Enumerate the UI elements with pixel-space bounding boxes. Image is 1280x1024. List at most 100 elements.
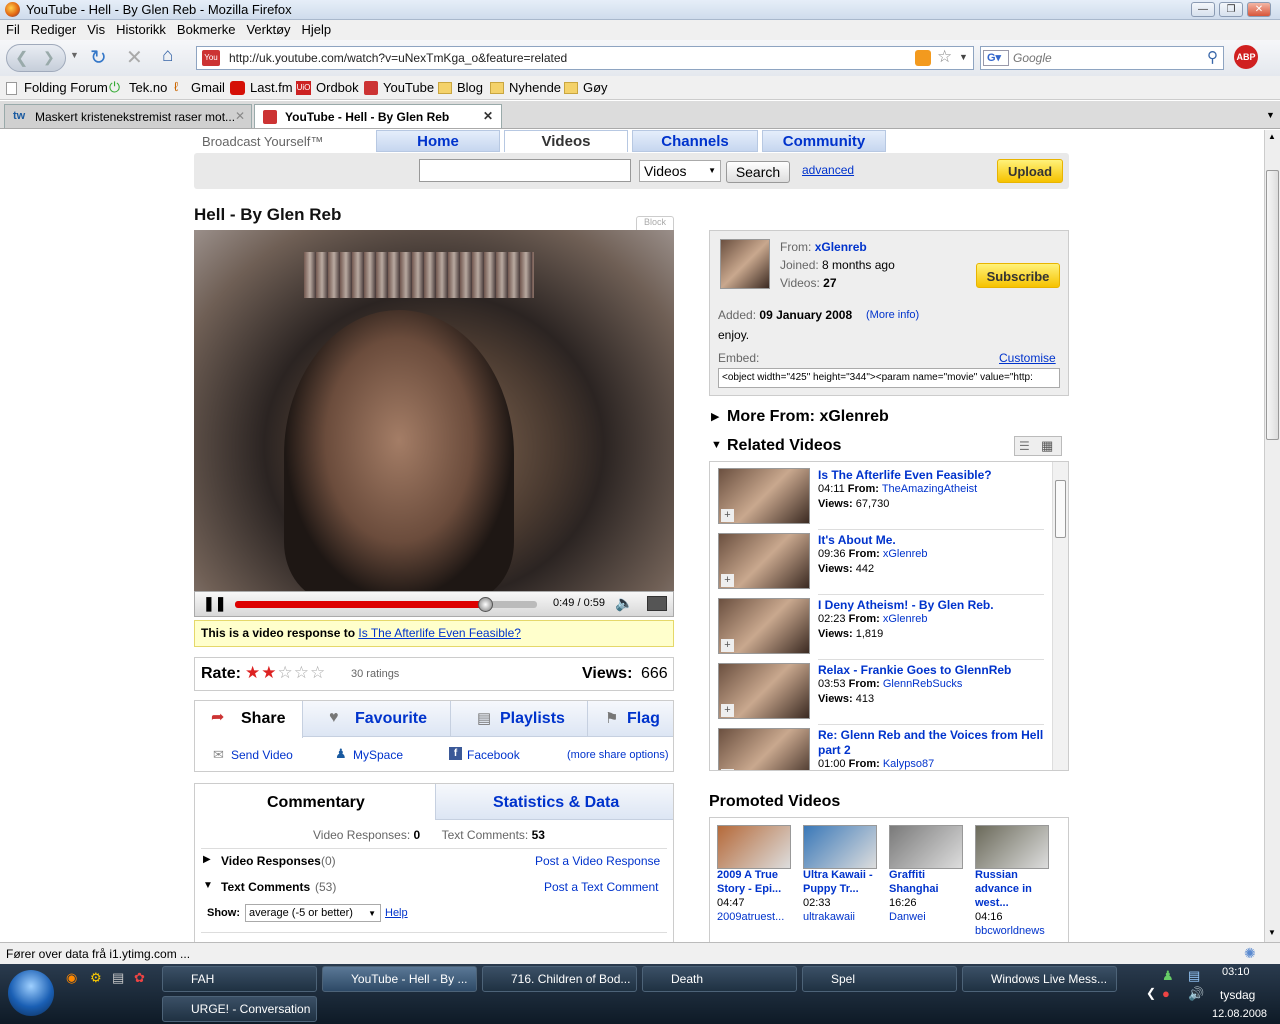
menu-historikk[interactable]: Historikk: [110, 20, 171, 37]
related-video-item[interactable]: + Relax - Frankie Goes to GlennReb 03:53 F…: [710, 663, 1050, 725]
promoted-title-line3[interactable]: west...: [975, 897, 1009, 909]
star-icon[interactable]: ★: [261, 663, 276, 682]
quicklaunch-icon[interactable]: ⚙: [90, 970, 102, 986]
search-engine-box[interactable]: G▾ ⚲: [980, 46, 1224, 70]
menu-hjelp[interactable]: Hjelp: [296, 20, 337, 37]
collapse-arrow-icon[interactable]: ▼: [203, 880, 213, 891]
subscribe-button[interactable]: Subscribe: [976, 263, 1060, 288]
related-header[interactable]: Related Videos: [727, 437, 841, 455]
stop-icon[interactable]: ✕: [126, 45, 143, 70]
myspace-link[interactable]: MySpace: [353, 748, 403, 762]
promoted-title-line2[interactable]: Story - Epi...: [717, 883, 781, 895]
comment-filter-select[interactable]: average (-5 or better) ▼: [245, 904, 381, 922]
related-title[interactable]: Re: Glenn Reb and the Voices from Hell: [818, 728, 1043, 742]
promoted-title-line2[interactable]: Puppy Tr...: [803, 883, 859, 895]
bookmark-blog[interactable]: Blog: [457, 80, 483, 95]
nav-channels[interactable]: Channels: [632, 130, 758, 152]
bookmark-ordbok[interactable]: Ordbok: [316, 80, 359, 95]
firefox-quicklaunch-icon[interactable]: ◉: [66, 970, 77, 986]
scroll-up-icon[interactable]: ▲: [1268, 132, 1276, 141]
url-bar[interactable]: You http://uk.youtube.com/watch?v=uNexTm…: [196, 46, 974, 70]
related-thumbnail[interactable]: +: [718, 533, 810, 589]
promoted-uploader[interactable]: bbcworldnews: [975, 925, 1045, 937]
history-dropdown-icon[interactable]: ▼: [70, 50, 79, 60]
upload-button[interactable]: Upload: [997, 159, 1063, 183]
messenger-tray-icon[interactable]: ♟: [1162, 968, 1174, 984]
back-icon[interactable]: ❮: [15, 48, 28, 68]
rss-feed-icon[interactable]: [915, 50, 931, 66]
add-to-quicklist-icon[interactable]: +: [721, 769, 734, 770]
search-button[interactable]: Search: [726, 161, 790, 183]
search-scope-select[interactable]: Videos ▼: [639, 160, 721, 182]
scroll-down-icon[interactable]: ▼: [1268, 928, 1276, 937]
adblock-icon[interactable]: ABP: [1234, 45, 1258, 69]
promoted-uploader[interactable]: Danwei: [889, 911, 926, 923]
help-link[interactable]: Help: [385, 907, 408, 919]
task-death[interactable]: Death: [642, 966, 797, 992]
related-video-item[interactable]: + Re: Glenn Reb and the Voices from Hellp…: [710, 728, 1050, 770]
menu-verktoy[interactable]: Verktøy: [240, 20, 295, 37]
add-to-quicklist-icon[interactable]: +: [721, 639, 734, 652]
related-title[interactable]: I Deny Atheism! - By Glen Reb.: [818, 598, 994, 612]
menu-rediger[interactable]: Rediger: [25, 20, 82, 37]
clock-time[interactable]: 03:10: [1222, 966, 1250, 978]
related-video-item[interactable]: + I Deny Atheism! - By Glen Reb. 02:23 Fro…: [710, 598, 1050, 660]
task-children-of-bodom[interactable]: 716. Children of Bod...: [482, 966, 637, 992]
progress-handle[interactable]: [477, 597, 493, 612]
post-video-response-link[interactable]: Post a Video Response: [535, 854, 660, 868]
promoted-title[interactable]: 2009 A True: [717, 869, 778, 881]
promoted-uploader[interactable]: 2009atruest...: [717, 911, 784, 923]
tab-youtube[interactable]: YouTube - Hell - By Glen Reb ✕: [254, 104, 502, 128]
favourite-tab[interactable]: Favourite: [355, 710, 427, 728]
expand-arrow-icon[interactable]: ▶: [203, 854, 211, 865]
maximize-button[interactable]: ❐: [1219, 2, 1243, 17]
quicklaunch-icon[interactable]: ✿: [134, 970, 145, 986]
forward-icon[interactable]: ❯: [43, 49, 55, 66]
playlists-tab[interactable]: Playlists: [500, 710, 565, 728]
text-comments-row[interactable]: Text Comments: [221, 880, 310, 894]
promoted-video-item[interactable]: 2009 A True Story - Epi... 04:47 2009atrues…: [717, 825, 799, 942]
minimize-button[interactable]: —: [1191, 2, 1215, 17]
pause-icon[interactable]: ❚❚: [203, 595, 226, 612]
promoted-thumbnail[interactable]: [717, 825, 791, 869]
more-info-link[interactable]: (More info): [866, 309, 919, 321]
add-to-quicklist-icon[interactable]: +: [721, 574, 734, 587]
related-thumbnail[interactable]: +: [718, 598, 810, 654]
related-scrollbar[interactable]: [1052, 462, 1068, 770]
related-thumbnail[interactable]: +: [718, 728, 810, 770]
related-video-item[interactable]: + Is The Afterlife Even Feasible? 04:11 Fr…: [710, 468, 1050, 530]
view-toggle[interactable]: ☰ ▦: [1014, 436, 1062, 456]
promoted-title[interactable]: Graffiti: [889, 869, 925, 881]
page-scrollbar[interactable]: ▲ ▼: [1264, 130, 1280, 942]
promoted-title-line2[interactable]: advance in: [975, 883, 1032, 895]
search-input[interactable]: [1013, 49, 1203, 67]
reload-icon[interactable]: ↻: [90, 45, 107, 70]
nav-videos[interactable]: Videos: [504, 130, 628, 152]
promoted-video-item[interactable]: Graffiti Shanghai 16:26 Danwei: [889, 825, 971, 942]
menu-vis[interactable]: Vis: [81, 20, 110, 37]
volume-tray-icon[interactable]: 🔊: [1188, 986, 1204, 1002]
fullscreen-icon[interactable]: [647, 596, 667, 611]
bookmark-star-icon[interactable]: ☆: [937, 47, 952, 67]
promoted-title-line2[interactable]: Shanghai: [889, 883, 939, 895]
customise-link[interactable]: Customise: [999, 351, 1056, 365]
promoted-thumbnail[interactable]: [803, 825, 877, 869]
advanced-search-link[interactable]: advanced: [802, 163, 854, 177]
menu-bokmerke[interactable]: Bokmerke: [171, 20, 241, 37]
share-tab[interactable]: ➦ Share: [195, 701, 303, 738]
promoted-thumbnail[interactable]: [975, 825, 1049, 869]
related-title[interactable]: Relax - Frankie Goes to GlennReb: [818, 663, 1011, 677]
star-rating[interactable]: ★★☆☆☆: [245, 663, 326, 683]
star-icon[interactable]: ☆: [278, 663, 293, 682]
promoted-thumbnail[interactable]: [889, 825, 963, 869]
quicklaunch-icon[interactable]: ▤: [112, 970, 124, 986]
tab-list-icon[interactable]: ▼: [1266, 110, 1275, 120]
related-uploader[interactable]: TheAmazingAtheist: [882, 483, 977, 495]
related-uploader[interactable]: xGlenreb: [883, 548, 928, 560]
bookmark-youtube[interactable]: YouTube: [383, 80, 434, 95]
task-windows-live[interactable]: Windows Live Mess...: [962, 966, 1117, 992]
related-uploader[interactable]: xGlenreb: [883, 613, 928, 625]
add-to-quicklist-icon[interactable]: +: [721, 704, 734, 717]
response-link[interactable]: Is The Afterlife Even Feasible?: [358, 626, 521, 640]
bookmark-goy[interactable]: Gøy: [583, 80, 608, 95]
